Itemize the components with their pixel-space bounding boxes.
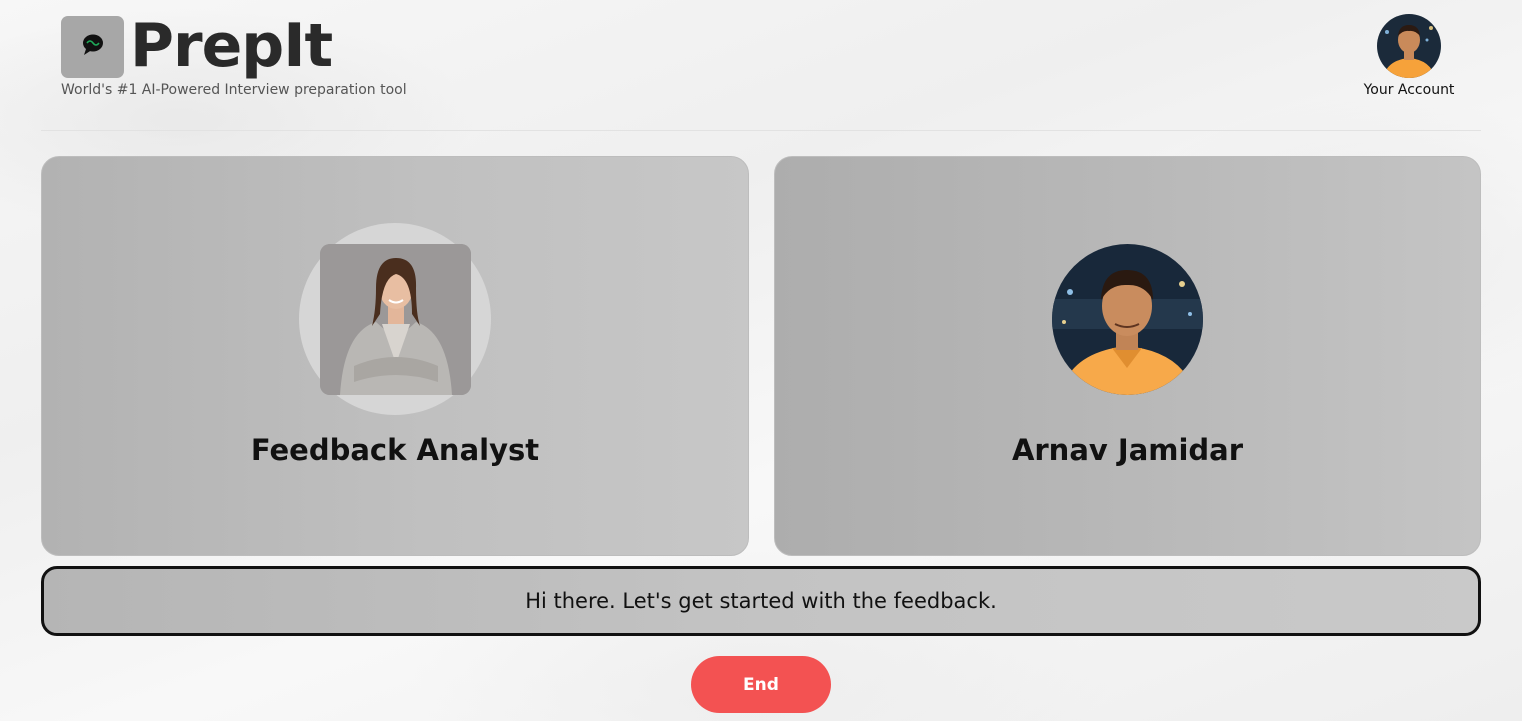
chat-bubble-icon bbox=[80, 32, 106, 62]
account-label[interactable]: Your Account bbox=[1364, 82, 1455, 98]
avatar[interactable] bbox=[1377, 14, 1441, 78]
transcript-message: Hi there. Let's get started with the fee… bbox=[525, 589, 997, 613]
transcript-message-box: Hi there. Let's get started with the fee… bbox=[41, 566, 1481, 636]
header-divider bbox=[41, 130, 1481, 131]
participant-name: Arnav Jamidar bbox=[1011, 433, 1244, 467]
end-call-button[interactable]: End bbox=[691, 656, 831, 713]
participant-card-analyst: Feedback Analyst bbox=[41, 156, 749, 556]
user-avatar bbox=[1052, 244, 1203, 395]
app-title: PrepIt bbox=[130, 11, 333, 81]
logo[interactable] bbox=[61, 16, 124, 78]
account-button[interactable]: Your Account bbox=[1350, 14, 1468, 104]
analyst-avatar bbox=[320, 244, 471, 395]
participant-name: Feedback Analyst bbox=[250, 433, 540, 467]
participant-card-user: Arnav Jamidar bbox=[774, 156, 1481, 556]
app-tagline: World's #1 AI-Powered Interview preparat… bbox=[61, 82, 407, 98]
